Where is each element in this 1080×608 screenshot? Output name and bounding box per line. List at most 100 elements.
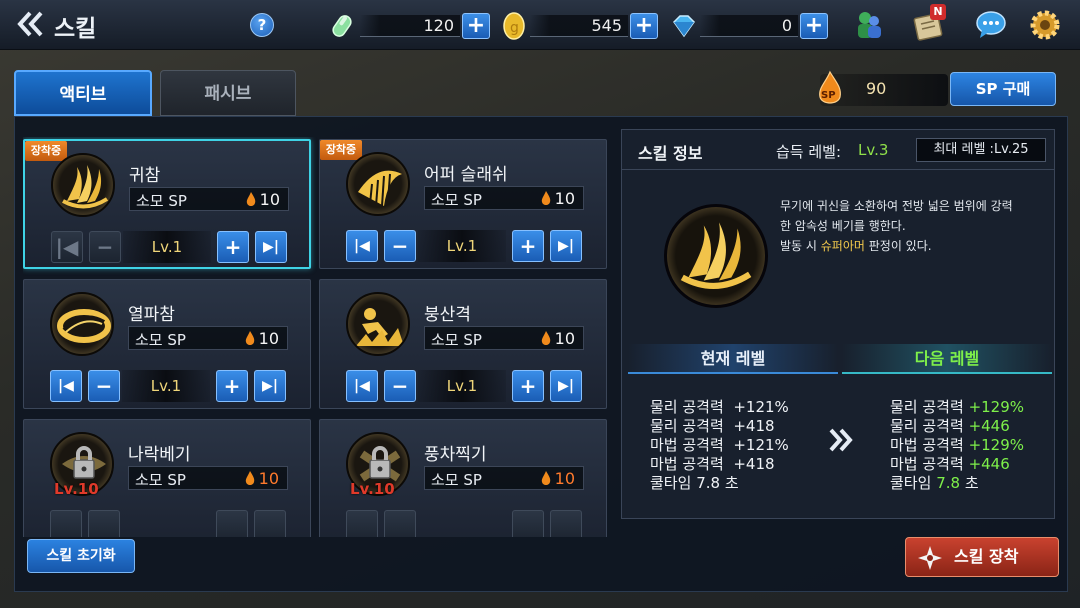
next-level-header: 다음 레벨 — [842, 344, 1052, 374]
level-max-button[interactable]: ▶| — [255, 231, 287, 263]
level-down-button[interactable]: − — [384, 230, 416, 262]
equip-label: 스킬 장착 — [954, 547, 1019, 566]
unlock-level: Lv.10 — [54, 480, 99, 498]
level-max-button[interactable]: ▶| — [550, 230, 582, 262]
ground-smash-icon — [346, 292, 410, 356]
energy-capsule-icon — [332, 15, 352, 37]
sp-cost: 소모 SP 10 — [128, 466, 288, 490]
skill-reset-button[interactable]: 스킬 초기화 — [27, 539, 135, 573]
cost-value: 10 — [259, 190, 280, 209]
flame-icon — [245, 471, 255, 485]
stat-value: +418 — [733, 455, 775, 473]
level-up-button[interactable]: + — [512, 370, 544, 402]
level-max-button[interactable] — [254, 510, 286, 537]
stat-label: 쿨타임 — [650, 474, 692, 492]
top-bar: 스킬 ? 120 + g 545 + 0 + N — [0, 0, 1080, 50]
stat-row: 물리 공격력 +418 — [650, 417, 789, 436]
desc-line: 무기에 귀신을 소환하여 전방 넓은 범위에 강력 — [780, 199, 1013, 213]
upward-slash-icon — [346, 152, 410, 216]
notice-button[interactable]: N — [912, 4, 946, 42]
level-min-button[interactable] — [346, 510, 378, 537]
skill-name: 귀참 — [129, 166, 161, 186]
level-up-button[interactable] — [512, 510, 544, 537]
stat-unit: 초 — [724, 474, 739, 492]
stat-value: +129% — [968, 398, 1025, 416]
level-up-button[interactable]: + — [217, 231, 249, 263]
help-icon[interactable]: ? — [250, 13, 274, 37]
skill-equip-button[interactable]: 스킬 장착 — [905, 537, 1059, 577]
stat-value: +446 — [968, 417, 1010, 435]
chat-button[interactable] — [974, 8, 1008, 42]
max-level: 최대 레벨 :Lv.25 — [916, 138, 1046, 162]
level-up-button[interactable] — [216, 510, 248, 537]
level-controls — [346, 510, 582, 537]
cost-value: 10 — [258, 469, 279, 488]
cost-label: 소모 SP — [431, 191, 482, 209]
stat-label: 물리 공격력 — [650, 417, 724, 435]
unlock-level: Lv.10 — [350, 480, 395, 498]
level-min-button[interactable] — [50, 510, 82, 537]
skill-card-upper-slash[interactable]: 장착중 어퍼 슬래쉬 소모 SP 10 |◀ − Lv.1 + ▶| — [319, 139, 607, 269]
add-energy-button[interactable]: + — [462, 13, 490, 39]
learn-level-value: Lv.3 — [858, 141, 889, 159]
cost-label: 소모 SP — [135, 471, 186, 489]
stat-value: 7.8 — [936, 474, 961, 492]
add-gem-button[interactable]: + — [800, 13, 828, 39]
level-up-button[interactable]: + — [216, 370, 248, 402]
claw-slash-icon — [664, 204, 768, 308]
skill-card-pungchajjikgi[interactable]: Lv.10 풍차찍기 소모 SP 10 — [319, 419, 607, 537]
desc-line: 한 암속성 베기를 행한다. — [780, 219, 906, 233]
desc-highlight: 슈퍼아머 — [820, 239, 865, 253]
level-controls: |◀ − Lv.1 + ▶| — [346, 230, 582, 262]
skill-card-bungsangyeok[interactable]: 붕산격 소모 SP 10 |◀ − Lv.1 + ▶| — [319, 279, 607, 409]
level-down-button[interactable]: − — [88, 370, 120, 402]
energy-value: 120 — [423, 16, 454, 35]
friends-icon — [858, 12, 881, 38]
cost-label: 소모 SP — [431, 331, 482, 349]
stat-label: 마법 공격력 — [650, 455, 724, 473]
skill-description: 무기에 귀신을 소환하여 전방 넓은 범위에 강력 한 암속성 베기를 행한다.… — [780, 196, 1050, 256]
stat-value: +121% — [733, 398, 789, 416]
level-down-button[interactable] — [88, 510, 120, 537]
stat-row: 쿨타임 7.8 초 — [890, 474, 1024, 493]
friends-button[interactable] — [852, 8, 886, 42]
tab-passive-skills[interactable]: 패시브 — [160, 70, 296, 116]
sp-buy-button[interactable]: SP 구매 — [950, 72, 1056, 106]
level-min-button[interactable]: |◀ — [50, 370, 82, 402]
skill-info-title: 스킬 정보 — [638, 144, 703, 163]
level-min-button[interactable]: |◀ — [346, 230, 378, 262]
stat-label: 물리 공격력 — [890, 417, 964, 435]
svg-text:SP: SP — [821, 90, 836, 101]
level-max-button[interactable]: ▶| — [550, 370, 582, 402]
level-display: Lv.1 — [418, 370, 506, 402]
level-down-button[interactable]: − — [384, 370, 416, 402]
stat-value: +129% — [968, 436, 1025, 454]
level-down-button[interactable] — [384, 510, 416, 537]
cost-label: 소모 SP — [136, 192, 187, 210]
level-display: Lv.1 — [123, 231, 211, 263]
skill-name: 풍차찍기 — [424, 445, 487, 465]
level-max-button[interactable] — [550, 510, 582, 537]
stat-row: 마법 공격력 +129% — [890, 436, 1024, 455]
level-min-button[interactable]: |◀ — [346, 370, 378, 402]
skill-card-narakbegi[interactable]: Lv.10 나락베기 소모 SP 10 — [23, 419, 311, 537]
cost-label: 소모 SP — [431, 471, 482, 489]
tab-active-skills[interactable]: 액티브 — [14, 70, 152, 116]
back-button[interactable] — [16, 10, 50, 40]
level-max-button[interactable]: ▶| — [254, 370, 286, 402]
level-up-button[interactable]: + — [512, 230, 544, 262]
level-min-button[interactable]: |◀ — [51, 231, 83, 263]
skill-card-gwicham[interactable]: 장착중 귀참 소모 SP 10 |◀ − Lv.1 + ▶| — [23, 139, 311, 269]
level-display: Lv.1 — [122, 370, 210, 402]
level-down-button[interactable]: − — [89, 231, 121, 263]
current-level-header: 현재 레벨 — [628, 344, 838, 374]
sp-cost: 소모 SP 10 — [129, 187, 289, 211]
stat-label: 마법 공격력 — [890, 436, 964, 454]
settings-button[interactable] — [1028, 8, 1062, 42]
sp-cost: 소모 SP 10 — [128, 326, 288, 350]
add-gold-button[interactable]: + — [630, 13, 658, 39]
skill-name: 붕산격 — [424, 305, 471, 325]
skill-card-yeolpacham[interactable]: 열파참 소모 SP 10 |◀ − Lv.1 + ▶| — [23, 279, 311, 409]
skill-name: 나락베기 — [128, 445, 191, 465]
stat-row: 쿨타임 7.8 초 — [650, 474, 789, 493]
